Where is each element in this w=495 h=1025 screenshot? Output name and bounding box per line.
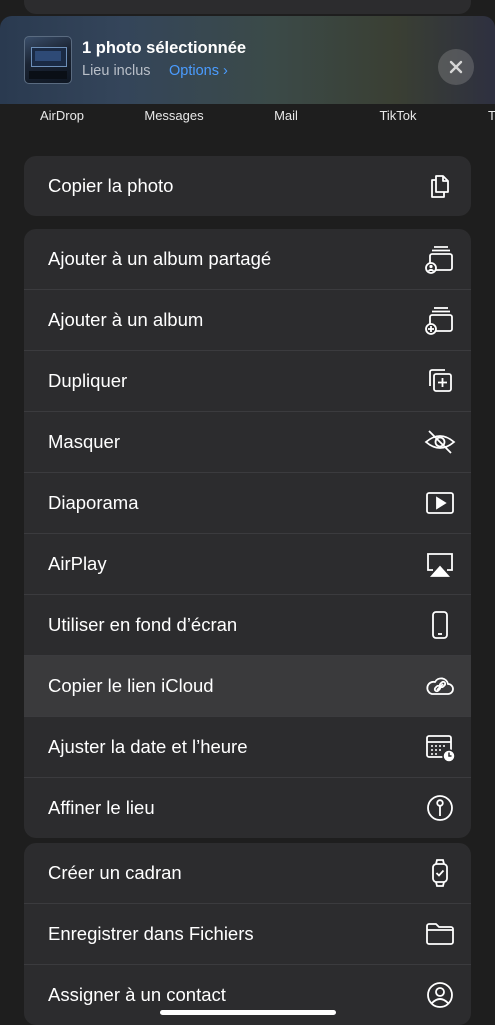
- action-label: Affiner le lieu: [48, 797, 155, 818]
- photo-thumbnail: [24, 36, 72, 84]
- action-label: Masquer: [48, 431, 120, 452]
- action-save-to-files[interactable]: Enregistrer dans Fichiers: [24, 904, 471, 965]
- shared-album-icon: [423, 242, 457, 276]
- action-hide[interactable]: Masquer: [24, 412, 471, 473]
- contact-icon: [423, 978, 457, 1012]
- action-assign-to-contact[interactable]: Assigner à un contact: [24, 965, 471, 1025]
- location-pin-icon: [423, 791, 457, 825]
- add-album-icon: [423, 303, 457, 337]
- header-title: 1 photo sélectionnée: [82, 39, 247, 57]
- hide-icon: [423, 425, 457, 459]
- action-label: Assigner à un contact: [48, 984, 226, 1005]
- options-label[interactable]: Options: [169, 63, 219, 79]
- airplay-icon: [423, 547, 457, 581]
- action-label: Copier le lien iCloud: [48, 675, 214, 696]
- action-label: Utiliser en fond d’écran: [48, 614, 238, 635]
- app-share-row: AirDrop Messages Mail TikTok T: [0, 104, 495, 134]
- action-label: Créer un cadran: [48, 862, 182, 883]
- chevron-right-icon: ›: [223, 63, 228, 79]
- home-indicator[interactable]: [160, 1010, 336, 1015]
- app-tiktok[interactable]: TikTok: [379, 108, 416, 123]
- action-label: AirPlay: [48, 553, 107, 574]
- share-sheet-header: 1 photo sélectionnée Lieu inclus Options…: [0, 16, 495, 104]
- action-add-shared-album[interactable]: Ajouter à un album partagé: [24, 229, 471, 290]
- action-group-copy: Copier la photo: [24, 156, 471, 216]
- action-refine-location[interactable]: Affiner le lieu: [24, 778, 471, 838]
- folder-icon: [423, 917, 457, 951]
- action-label: Ajouter à un album partagé: [48, 248, 272, 269]
- action-duplicate[interactable]: Dupliquer: [24, 351, 471, 412]
- action-airplay[interactable]: AirPlay: [24, 534, 471, 595]
- close-button[interactable]: [438, 49, 474, 85]
- action-group-more: Créer un cadran Enregistrer dans Fichier…: [24, 843, 471, 1025]
- location-included-label: Lieu inclus: [82, 63, 151, 79]
- duplicate-icon: [423, 364, 457, 398]
- icloud-link-icon: [423, 669, 457, 703]
- previous-sheet-edge: [24, 0, 471, 14]
- action-label: Ajouter à un album: [48, 309, 204, 330]
- action-add-album[interactable]: Ajouter à un album: [24, 290, 471, 351]
- app-partial[interactable]: T: [488, 108, 495, 123]
- calendar-clock-icon: [423, 730, 457, 764]
- app-mail[interactable]: Mail: [274, 108, 298, 123]
- action-group-photo: Ajouter à un album partagé Ajouter à un …: [24, 229, 471, 838]
- slideshow-icon: [423, 486, 457, 520]
- action-label: Diaporama: [48, 492, 139, 513]
- action-label: Ajuster la date et l’heure: [48, 736, 248, 757]
- app-airdrop[interactable]: AirDrop: [40, 108, 84, 123]
- copy-icon: [423, 169, 457, 203]
- action-label: Dupliquer: [48, 370, 128, 391]
- watch-icon: [423, 856, 457, 890]
- action-copy-icloud-link[interactable]: Copier le lien iCloud: [24, 656, 471, 717]
- action-wallpaper[interactable]: Utiliser en fond d’écran: [24, 595, 471, 656]
- action-label: Enregistrer dans Fichiers: [48, 923, 254, 944]
- app-messages[interactable]: Messages: [144, 108, 203, 123]
- options-link[interactable]: Options ›: [169, 63, 228, 79]
- phone-icon: [423, 608, 457, 642]
- action-slideshow[interactable]: Diaporama: [24, 473, 471, 534]
- action-copy-photo[interactable]: Copier la photo: [24, 156, 471, 216]
- action-adjust-date-time[interactable]: Ajuster la date et l’heure: [24, 717, 471, 778]
- action-label: Copier la photo: [48, 175, 174, 196]
- close-icon: [449, 60, 463, 74]
- action-create-watch-face[interactable]: Créer un cadran: [24, 843, 471, 904]
